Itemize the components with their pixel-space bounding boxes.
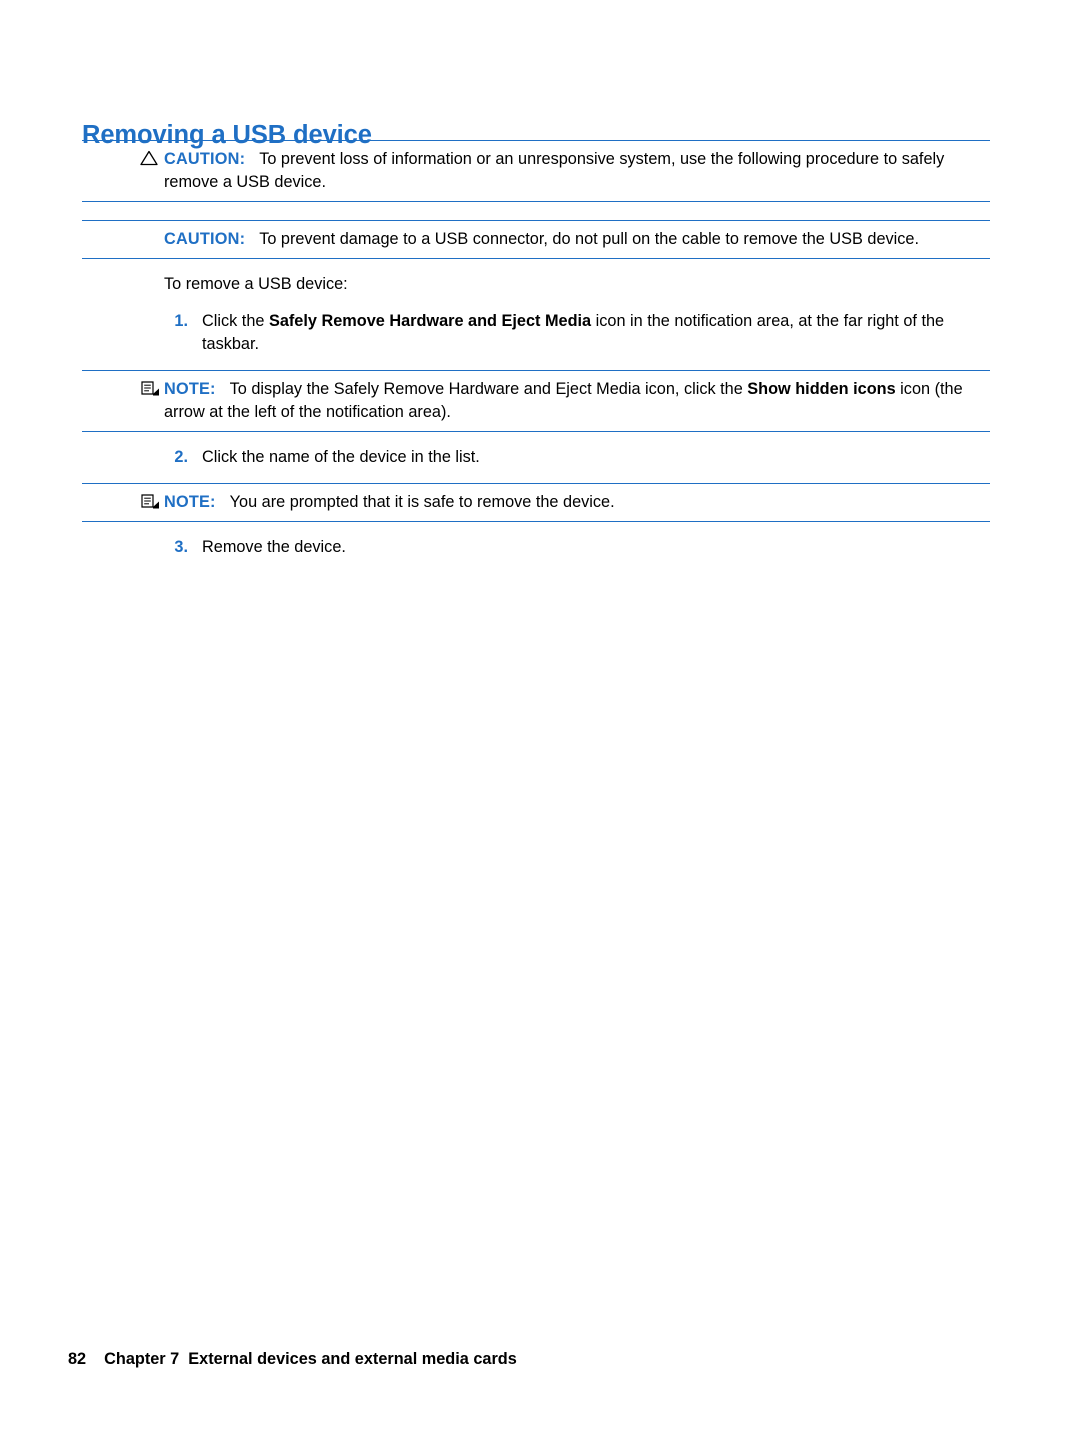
caution-box-1: CAUTION: To prevent loss of information o… [82, 140, 990, 202]
note-body-2: NOTE: You are prompted that it is safe to… [82, 491, 990, 514]
note-body-1: NOTE: To display the Safely Remove Hardwa… [82, 378, 990, 424]
note-box-1: NOTE: To display the Safely Remove Hardwa… [82, 370, 990, 432]
caution-triangle-icon [140, 150, 158, 168]
footer-chapter-label: Chapter 7 [104, 1350, 180, 1368]
step-3-number: 3. [174, 538, 188, 556]
step-2-number: 2. [174, 448, 188, 466]
caution-box-2: CAUTION: To prevent damage to a USB conne… [82, 220, 990, 259]
note-text-before-1: To display the Safely Remove Hardware an… [229, 380, 748, 398]
caution-body-1: CAUTION: To prevent loss of information o… [82, 148, 990, 194]
step-1: 1. Click the Safely Remove Hardware and … [82, 310, 990, 356]
footer-page-number: 82 [68, 1350, 87, 1368]
caution-body-2: CAUTION: To prevent damage to a USB conne… [82, 228, 990, 251]
page-content: CAUTION: To prevent loss of information o… [82, 140, 990, 559]
note-label-2: NOTE: [164, 493, 216, 511]
caution-text-1: To prevent loss of information or an unr… [164, 150, 945, 191]
footer-chapter-title: External devices and external media card… [188, 1350, 517, 1368]
note-box-2: NOTE: You are prompted that it is safe to… [82, 483, 990, 522]
caution-text-2: To prevent damage to a USB connector, do… [259, 230, 919, 248]
step-2: 2. Click the name of the device in the l… [82, 446, 990, 469]
note-label-1: NOTE: [164, 380, 216, 398]
step-1-number: 1. [174, 312, 188, 330]
page-footer: 82 Chapter 7 External devices and externa… [68, 1350, 517, 1369]
note-text-2: You are prompted that it is safe to remo… [229, 493, 615, 511]
step-3: 3. Remove the device. [82, 536, 990, 559]
step-1-text-before: Click the [202, 312, 269, 330]
note-bold-1: Show hidden icons [747, 380, 896, 398]
step-2-text: Click the name of the device in the list… [202, 448, 480, 466]
note-page-icon [140, 380, 159, 398]
step-1-bold: Safely Remove Hardware and Eject Media [268, 312, 592, 330]
caution-label-1: CAUTION: [164, 150, 246, 168]
intro-paragraph: To remove a USB device: [164, 275, 348, 293]
step-3-text: Remove the device. [202, 538, 346, 556]
note-page-icon-2 [140, 493, 159, 511]
caution-label-2: CAUTION: [164, 230, 246, 248]
document-page: Removing a USB device CAUTION: To prevent… [0, 0, 1080, 1437]
